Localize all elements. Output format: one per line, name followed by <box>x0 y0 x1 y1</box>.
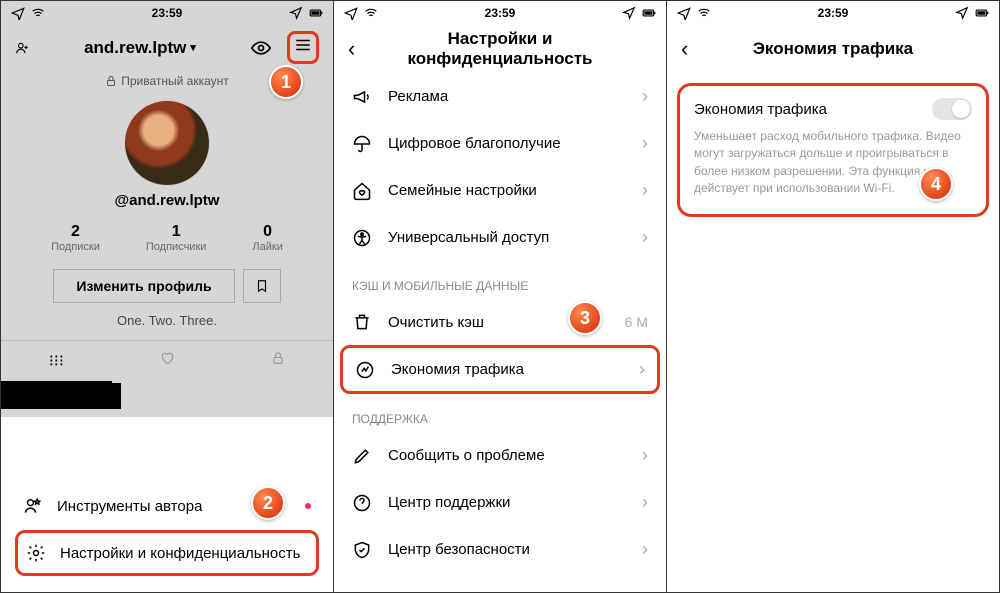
airplane-icon <box>344 6 358 20</box>
add-user-icon[interactable] <box>15 41 29 55</box>
battery-icon <box>642 6 656 20</box>
section-support: ПОДДЕРЖКА <box>334 394 666 432</box>
status-bar: 23:59 <box>667 1 999 25</box>
section-cache: КЭШ И МОБИЛЬНЫЕ ДАННЫЕ <box>334 261 666 299</box>
airplane-icon <box>11 6 25 20</box>
pencil-icon <box>352 446 372 466</box>
bio: One. Two. Three. <box>1 313 333 328</box>
toggle-switch[interactable] <box>932 98 972 120</box>
wifi-icon <box>364 6 378 20</box>
saver-toggle-label: Экономия трафика <box>694 101 827 118</box>
data-saver-icon <box>355 360 375 380</box>
profile-tabs: ⁝⁝⁝ <box>1 340 333 383</box>
accessibility-icon <box>352 228 372 248</box>
stats: 2Подписки 1Подписчики 0Лайки <box>1 223 333 253</box>
username[interactable]: and.rew.lptw <box>84 38 196 58</box>
highlight-data-saver: Экономия трафика› <box>340 345 660 394</box>
sheet-creator-label: Инструменты автора <box>57 498 202 515</box>
status-bar: 23:59 <box>1 1 333 25</box>
airplane-icon <box>677 6 691 20</box>
row-accessibility[interactable]: Универсальный доступ› <box>334 214 666 261</box>
row-clear-cache[interactable]: Очистить кэш 6 M <box>334 299 666 345</box>
badge-1: 1 <box>269 65 303 99</box>
wifi-icon <box>31 6 45 20</box>
location-icon <box>955 6 969 20</box>
settings-list: Реклама› Цифровое благополучие› Семейные… <box>334 73 666 592</box>
badge-2: 2 <box>251 486 285 520</box>
page-title: Настройки и конфиденциальность <box>372 29 628 69</box>
row-family[interactable]: Семейные настройки› <box>334 167 666 214</box>
row-report[interactable]: Сообщить о проблеме› <box>334 432 666 479</box>
eye-icon[interactable] <box>251 38 271 58</box>
bottom-sheet: Инструменты автора Настройки и конфиденц… <box>1 466 333 592</box>
row-safety[interactable]: Центр безопасности› <box>334 526 666 573</box>
badge-4: 4 <box>919 167 953 201</box>
row-help[interactable]: Центр поддержки› <box>334 479 666 526</box>
tab-private[interactable] <box>222 341 333 383</box>
heart-icon <box>160 351 174 365</box>
profile-area: Приватный аккаунт @and.rew.lptw 2Подписк… <box>1 66 333 417</box>
status-time: 23:59 <box>485 6 516 20</box>
megaphone-icon <box>352 87 372 107</box>
umbrella-icon <box>352 134 372 154</box>
lock-tab-icon <box>271 351 285 365</box>
sheet-settings[interactable]: Настройки и конфиденциальность <box>15 530 319 576</box>
saver-header: ‹ Экономия трафика <box>667 25 999 73</box>
handle: @and.rew.lptw <box>1 192 333 209</box>
page-title: Экономия трафика <box>705 39 961 59</box>
hamburger-icon <box>294 36 312 54</box>
avatar[interactable] <box>124 100 210 186</box>
person-star-icon <box>23 496 43 516</box>
notification-dot <box>305 503 311 509</box>
shield-icon <box>352 540 372 560</box>
tab-liked[interactable] <box>112 341 223 383</box>
battery-icon <box>309 6 323 20</box>
cache-size: 6 M <box>625 314 648 330</box>
back-button[interactable]: ‹ <box>348 36 372 62</box>
profile-header: and.rew.lptw <box>1 25 333 66</box>
row-ads[interactable]: Реклама› <box>334 73 666 120</box>
location-icon <box>289 6 303 20</box>
phone-settings: 23:59 ‹ Настройки и конфиденциальность Р… <box>334 1 666 592</box>
status-time: 23:59 <box>818 6 849 20</box>
badge-3: 3 <box>568 301 602 335</box>
row-wellbeing[interactable]: Цифровое благополучие› <box>334 120 666 167</box>
home-heart-icon <box>352 181 372 201</box>
status-bar: 23:59 <box>334 1 666 25</box>
edit-profile-button[interactable]: Изменить профиль <box>53 269 234 303</box>
phone-profile: 23:59 and.rew.lptw 1 Приватный аккаунт @… <box>1 1 333 592</box>
saver-toggle-row[interactable]: Экономия трафика <box>694 98 972 120</box>
stat-following[interactable]: 2Подписки <box>51 223 100 253</box>
gear-icon <box>26 543 46 563</box>
bookmark-icon <box>255 279 269 293</box>
location-icon <box>622 6 636 20</box>
stat-followers[interactable]: 1Подписчики <box>146 223 207 253</box>
trash-icon <box>352 312 372 332</box>
stat-likes[interactable]: 0Лайки <box>252 223 282 253</box>
wifi-icon <box>697 6 711 20</box>
menu-button[interactable] <box>287 31 319 64</box>
back-button[interactable]: ‹ <box>681 36 705 62</box>
status-time: 23:59 <box>152 6 183 20</box>
lock-icon <box>105 75 117 87</box>
tab-grid[interactable]: ⁝⁝⁝ <box>1 341 112 383</box>
settings-header: ‹ Настройки и конфиденциальность <box>334 25 666 73</box>
phone-data-saver: 23:59 ‹ Экономия трафика Экономия трафик… <box>667 1 999 592</box>
bookmark-button[interactable] <box>243 269 281 303</box>
sheet-settings-label: Настройки и конфиденциальность <box>60 545 300 562</box>
row-data-saver[interactable]: Экономия трафика› <box>343 348 657 391</box>
question-icon <box>352 493 372 513</box>
private-label: Приватный аккаунт <box>121 74 229 88</box>
battery-icon <box>975 6 989 20</box>
